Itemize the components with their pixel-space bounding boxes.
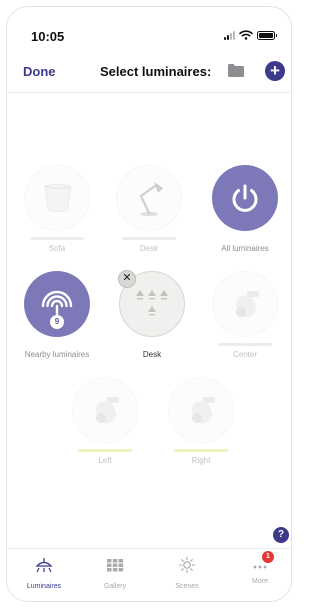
tile-desk-circle <box>116 165 182 231</box>
home-indicator <box>103 601 201 602</box>
tab-luminaires-label: Luminaires <box>26 583 62 590</box>
lamp-group-icon <box>136 290 168 316</box>
tile-desk-label: Desk <box>139 244 159 253</box>
tile-sofa-circle <box>24 165 90 231</box>
plus-icon: + <box>270 61 280 80</box>
tile-all-luminaires-label: All luminaires <box>221 244 269 253</box>
tile-left-level-bar <box>78 449 132 452</box>
tile-desk-selected-label: Desk <box>142 350 162 359</box>
nearby-count-badge: 9 <box>50 315 64 329</box>
status-bar: 10:05 <box>7 7 291 47</box>
help-button[interactable]: ? <box>273 527 289 543</box>
tile-all-luminaires-circle <box>212 165 278 231</box>
tile-left-circle <box>72 377 138 443</box>
power-icon <box>232 184 258 212</box>
tile-center[interactable]: Center <box>199 271 291 359</box>
remove-button[interactable]: ✕ <box>118 270 136 288</box>
tab-gallery-label: Gallery <box>103 583 127 590</box>
cellular-signal-icon <box>224 30 235 40</box>
spotlight-icon <box>236 291 259 318</box>
tile-right-label: Right <box>191 456 211 465</box>
tile-nearby-luminaires-circle: 9 <box>24 271 90 337</box>
spotlight-icon <box>192 397 215 424</box>
tab-luminaires[interactable]: Luminaires <box>16 557 72 590</box>
status-icons <box>224 30 277 40</box>
tile-left[interactable]: Left <box>59 377 151 465</box>
wifi-icon <box>239 30 253 40</box>
tab-scenes[interactable]: Scenes <box>159 556 215 590</box>
tab-gallery[interactable]: Gallery <box>87 557 143 590</box>
done-button[interactable]: Done <box>23 64 56 79</box>
grid-icon <box>107 559 124 572</box>
tile-right-level-bar <box>174 449 228 452</box>
tile-all-luminaires[interactable]: All luminaires <box>199 165 291 253</box>
tab-scenes-label: Scenes <box>175 583 199 590</box>
luminaires-tab-icon <box>35 558 53 573</box>
lamp-icon <box>44 183 72 212</box>
tile-right-circle <box>168 377 234 443</box>
tile-desk[interactable]: Desk <box>103 165 195 253</box>
tile-desk-selected[interactable]: ✕ Desk <box>106 270 198 359</box>
tile-center-level-bar <box>218 343 272 346</box>
page-title: Select luminaires: <box>100 64 212 79</box>
tile-sofa-label: Sofa <box>48 244 66 253</box>
tile-right[interactable]: Right <box>155 377 247 465</box>
nav-bar: Done Select luminaires: + <box>7 49 291 93</box>
close-icon: ✕ <box>122 272 132 284</box>
folder-icon[interactable] <box>227 63 245 78</box>
question-icon: ? <box>277 529 285 540</box>
status-time: 10:05 <box>31 29 65 44</box>
tile-center-label: Center <box>232 350 257 359</box>
tile-desk-selected-circle: ✕ <box>118 270 185 337</box>
tile-left-label: Left <box>98 456 112 465</box>
tile-sofa[interactable]: Sofa <box>11 165 103 253</box>
lamp-icon <box>139 182 163 217</box>
add-button[interactable]: + <box>265 61 285 81</box>
notification-badge: 1 <box>262 551 274 563</box>
tab-more-label: More <box>252 578 268 585</box>
more-icon: 1 <box>250 551 274 573</box>
spotlight-icon <box>96 397 119 424</box>
tile-nearby-luminaires[interactable]: 9 Nearby luminaires <box>11 271 103 359</box>
tab-bar: Luminaires Gallery Scenes 1 More <box>7 548 291 601</box>
tile-center-circle <box>212 271 278 337</box>
tile-nearby-luminaires-label: Nearby luminaires <box>24 350 90 359</box>
tab-more[interactable]: 1 More <box>232 551 288 585</box>
tile-desk-level-bar <box>122 237 176 240</box>
battery-icon <box>257 30 277 40</box>
sun-icon <box>178 556 196 574</box>
phone-screen: 10:05 Done Select luminaires: + Sofa Des… <box>6 6 292 602</box>
tile-sofa-level-bar <box>30 237 84 240</box>
